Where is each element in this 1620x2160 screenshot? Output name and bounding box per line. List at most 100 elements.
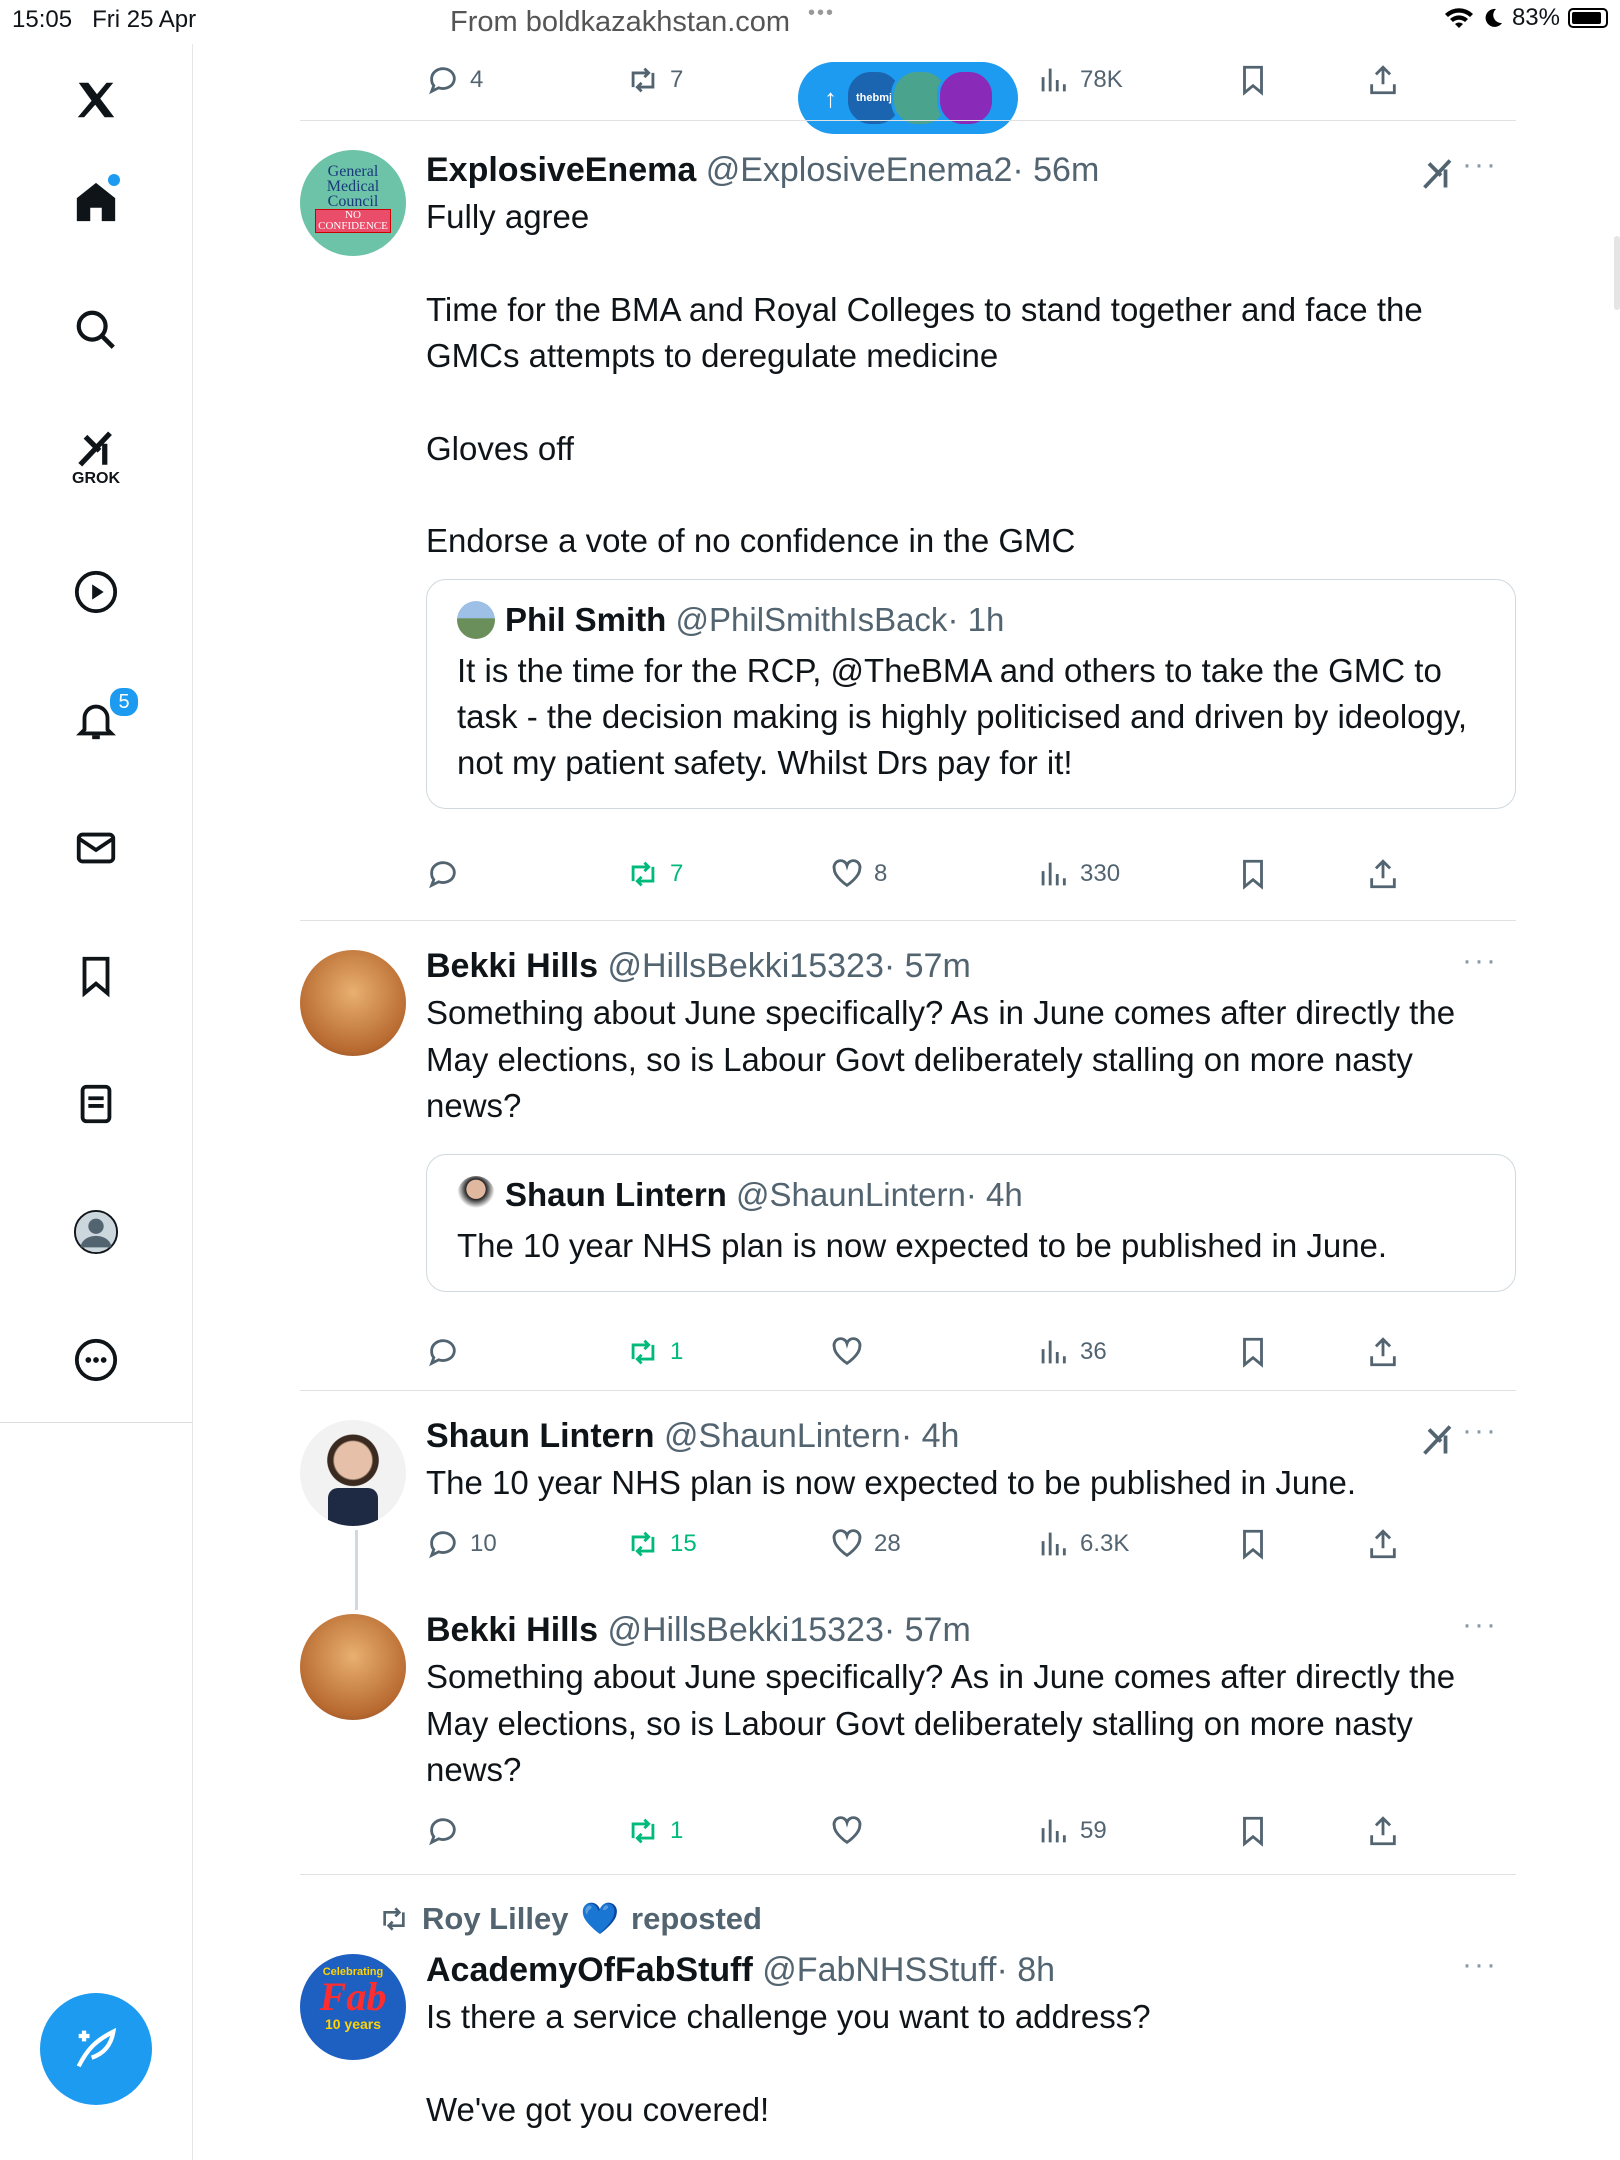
tweet-text: Is there a service challenge you want to… bbox=[426, 1998, 1151, 2128]
reply-button[interactable] bbox=[426, 1809, 470, 1853]
quote-timestamp: · 4h bbox=[965, 1175, 1023, 1213]
reply-button[interactable]: 10 bbox=[426, 1522, 497, 1566]
share-button[interactable] bbox=[1366, 58, 1400, 102]
heart-icon bbox=[832, 1337, 862, 1366]
author-handle[interactable]: @ExplosiveEnema2 bbox=[706, 151, 1013, 189]
grok-icon[interactable] bbox=[1420, 1422, 1456, 1458]
reply-icon bbox=[429, 1339, 456, 1367]
quoted-tweet[interactable]: Phil Smith @PhilSmithIsBack · 1h It is th… bbox=[426, 578, 1516, 809]
views-button[interactable]: 78K bbox=[1036, 58, 1123, 102]
pill-avatar bbox=[937, 69, 995, 127]
like-button[interactable] bbox=[830, 1330, 874, 1374]
like-button[interactable]: 8 bbox=[830, 852, 887, 896]
author-name[interactable]: ExplosiveEnema bbox=[426, 151, 696, 189]
x-logo-icon[interactable] bbox=[60, 64, 132, 136]
bookmark-button[interactable] bbox=[1236, 1522, 1270, 1566]
avatar-icon bbox=[73, 1209, 119, 1255]
sidebar-item-video[interactable] bbox=[60, 556, 132, 628]
views-button[interactable]: 36 bbox=[1036, 1330, 1107, 1374]
timestamp[interactable]: · 8h bbox=[996, 1951, 1055, 1989]
scrollbar[interactable] bbox=[1614, 236, 1620, 310]
sidebar-item-profile[interactable] bbox=[60, 1196, 132, 1268]
heart-icon bbox=[832, 1529, 862, 1558]
avatar[interactable]: General Medical Council NO CONFIDENCE bbox=[300, 150, 406, 256]
views-button[interactable]: 330 bbox=[1036, 852, 1120, 896]
new-posts-pill[interactable]: ↑ thebmj bbox=[798, 62, 1018, 134]
repost-button[interactable]: 15 bbox=[626, 1522, 697, 1566]
share-button[interactable] bbox=[1366, 1809, 1400, 1853]
timestamp[interactable]: · 57m bbox=[884, 947, 971, 985]
views-button[interactable]: 59 bbox=[1036, 1809, 1107, 1853]
repost-button[interactable]: 1 bbox=[626, 1330, 683, 1374]
sidebar-item-lists[interactable] bbox=[60, 1068, 132, 1140]
sidebar-item-search[interactable] bbox=[60, 294, 132, 366]
author-handle[interactable]: @FabNHSStuff bbox=[762, 1951, 996, 1989]
repost-icon bbox=[631, 1818, 655, 1844]
more-options-icon[interactable]: ··· bbox=[1462, 1608, 1498, 1642]
compose-button[interactable] bbox=[40, 1993, 152, 2105]
reply-icon bbox=[429, 1818, 456, 1846]
bookmark-icon bbox=[1243, 1529, 1263, 1560]
views-icon bbox=[1041, 862, 1066, 886]
clock: 15:05 Fri 25 Apr bbox=[12, 6, 197, 33]
author-name[interactable]: AcademyOfFabStuff bbox=[426, 1951, 753, 1989]
reply-icon bbox=[429, 861, 456, 889]
share-button[interactable] bbox=[1366, 1522, 1400, 1566]
author-handle[interactable]: @HillsBekki15323 bbox=[607, 947, 883, 985]
author-name[interactable]: Bekki Hills bbox=[426, 947, 598, 985]
sidebar-item-bookmarks[interactable] bbox=[60, 940, 132, 1012]
more-options-icon[interactable]: ··· bbox=[1462, 1414, 1498, 1448]
bookmark-button[interactable] bbox=[1236, 1330, 1270, 1374]
quote-text: It is the time for the RCP, @TheBMA and … bbox=[457, 651, 1468, 781]
repost-icon bbox=[631, 67, 655, 93]
avatar[interactable] bbox=[300, 1614, 406, 1720]
more-icon bbox=[74, 1338, 118, 1382]
bookmark-button[interactable] bbox=[1236, 58, 1270, 102]
timestamp[interactable]: · 4h bbox=[901, 1417, 960, 1455]
share-button[interactable] bbox=[1366, 1330, 1400, 1374]
quote-text: The 10 year NHS plan is now expected to … bbox=[457, 1226, 1388, 1264]
author-name[interactable]: Shaun Lintern bbox=[426, 1417, 655, 1455]
reply-button[interactable] bbox=[426, 852, 470, 896]
sidebar-item-home[interactable] bbox=[60, 166, 132, 238]
share-button[interactable] bbox=[1366, 852, 1400, 896]
sidebar-item-grok[interactable]: GROK bbox=[60, 422, 132, 494]
like-button[interactable]: 28 bbox=[830, 1522, 901, 1566]
grok-icon[interactable] bbox=[1420, 156, 1456, 192]
more-options-icon[interactable]: ··· bbox=[1462, 1948, 1498, 1982]
timestamp[interactable]: · 57m bbox=[884, 1611, 971, 1649]
sidebar-item-more[interactable] bbox=[60, 1324, 132, 1396]
sidebar-item-messages[interactable] bbox=[60, 812, 132, 884]
author-handle[interactable]: @ShaunLintern bbox=[664, 1417, 901, 1455]
more-options-icon[interactable]: ··· bbox=[1462, 148, 1498, 182]
reply-icon bbox=[429, 1531, 456, 1559]
bookmark-button[interactable] bbox=[1236, 852, 1270, 896]
bookmark-button[interactable] bbox=[1236, 1809, 1270, 1853]
share-icon bbox=[1370, 1816, 1396, 1846]
avatar[interactable] bbox=[300, 950, 406, 1056]
views-button[interactable]: 6.3K bbox=[1036, 1522, 1129, 1566]
reply-button[interactable]: 4 bbox=[426, 58, 483, 102]
more-dots-icon[interactable]: ••• bbox=[808, 2, 835, 25]
author-handle[interactable]: @HillsBekki15323 bbox=[607, 1611, 883, 1649]
quoted-tweet[interactable]: Shaun Lintern @ShaunLintern · 4h The 10 y… bbox=[426, 1153, 1516, 1292]
author-name[interactable]: Bekki Hills bbox=[426, 1611, 598, 1649]
avatar[interactable] bbox=[300, 1420, 406, 1526]
bookmark-icon bbox=[1243, 1816, 1263, 1847]
bookmark-icon bbox=[82, 956, 110, 998]
timestamp[interactable]: · 56m bbox=[1012, 151, 1099, 189]
sidebar-item-notifications[interactable]: 5 bbox=[60, 684, 140, 756]
avatar[interactable]: Celebrating Fab 10 years bbox=[300, 1954, 406, 2060]
like-button[interactable] bbox=[830, 1809, 874, 1853]
repost-icon bbox=[383, 1906, 405, 1931]
repost-context[interactable]: Roy Lilley 💙 reposted bbox=[378, 1900, 762, 1937]
search-icon bbox=[76, 310, 115, 349]
repost-button[interactable]: 7 bbox=[626, 852, 683, 896]
more-options-icon[interactable]: ··· bbox=[1462, 944, 1498, 978]
bookmark-icon bbox=[1243, 65, 1263, 96]
reply-button[interactable] bbox=[426, 1330, 470, 1374]
repost-button[interactable]: 1 bbox=[626, 1809, 683, 1853]
quote-avatar bbox=[457, 600, 495, 639]
repost-button[interactable]: 7 bbox=[626, 58, 683, 102]
source-url[interactable]: From boldkazakhstan.com bbox=[450, 6, 790, 39]
